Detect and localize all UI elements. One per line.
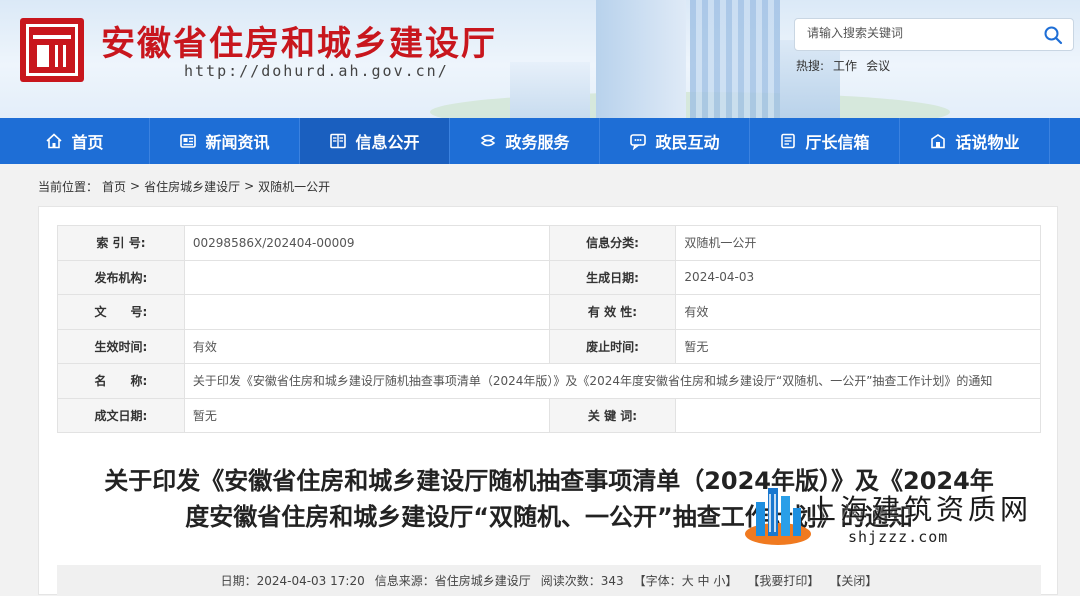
service-icon	[481, 134, 496, 147]
watermark-url: shjzzz.com	[848, 528, 949, 546]
breadcrumb: 当前位置： 首页 > 省住房城乡建设厅 > 双随机一公开	[0, 164, 1080, 208]
meta-key: 废止时间:	[548, 328, 677, 364]
meta-key: 索 引 号:	[57, 225, 185, 261]
search-box	[794, 18, 1074, 51]
logo-emblem-icon	[26, 24, 78, 76]
meta-value: 有效	[675, 294, 1041, 330]
nav-item-label: 政务服务	[505, 133, 570, 152]
building-icon	[931, 134, 946, 149]
meta-key: 名 称:	[57, 363, 185, 399]
mailbox-icon	[781, 133, 796, 149]
site-header: 安徽省住房和城乡建设厅 http://dohurd.ah.gov.cn/ 热搜:…	[0, 0, 1080, 118]
hot-search-label: 热搜:	[796, 59, 825, 73]
nav-item-label: 话说物业	[955, 133, 1020, 152]
home-icon	[46, 133, 63, 149]
meta-key: 有 效 性:	[548, 294, 677, 330]
nav-item-interaction[interactable]: 政民互动	[600, 118, 750, 164]
hot-search-link[interactable]: 工作	[833, 57, 857, 74]
table-row: 发布机构: 生成日期: 2024-04-03	[57, 259, 1041, 295]
nav-item-info-disclosure[interactable]: 信息公开	[300, 118, 450, 164]
breadcrumb-link[interactable]: 双随机一公开	[258, 178, 330, 195]
meta-value: 暂无	[183, 397, 550, 433]
header-building-decoration	[510, 62, 590, 118]
header-building-decoration	[690, 0, 780, 118]
table-row: 生效时间: 有效 废止时间: 暂无	[57, 328, 1041, 364]
search-icon[interactable]	[1043, 25, 1063, 45]
breadcrumb-prefix: 当前位置：	[38, 179, 99, 194]
breadcrumb-separator: >	[244, 179, 255, 193]
nav-item-mailbox[interactable]: 厅长信箱	[750, 118, 900, 164]
meta-value: 暂无	[675, 328, 1041, 364]
font-small-button[interactable]: 小	[713, 574, 725, 588]
meta-key: 成文日期:	[57, 397, 185, 433]
nav-item-label: 厅长信箱	[805, 133, 870, 152]
meta-value: 2024-04-03	[675, 259, 1041, 295]
meta-key: 信息分类:	[548, 225, 677, 261]
nav-item-label: 政民互动	[655, 133, 720, 152]
breadcrumb-separator: >	[130, 179, 141, 193]
header-building-decoration	[596, 0, 686, 118]
article-source: 信息来源：省住房城乡建设厅	[374, 574, 531, 588]
article-info-bar: 日期：2024-04-03 17:20 信息来源：省住房城乡建设厅 阅读次数：3…	[57, 565, 1041, 596]
meta-value	[183, 259, 550, 295]
site-url: http://dohurd.ah.gov.cn/	[184, 62, 449, 80]
close-button[interactable]: 【关闭】	[829, 572, 877, 589]
site-logo[interactable]	[20, 18, 84, 82]
meta-value	[675, 397, 1041, 433]
document-metadata-table: 索 引 号: 00298586X/202404-00009 信息分类: 双随机一…	[57, 225, 1042, 433]
nav-item-label: 信息公开	[355, 133, 420, 152]
watermark-logo-icon	[745, 488, 811, 545]
meta-key: 关 键 词:	[548, 397, 677, 433]
meta-value: 双随机一公开	[675, 225, 1041, 261]
nav-item-home[interactable]: 首页	[0, 118, 150, 164]
table-row: 文 号: 有 效 性: 有效	[57, 294, 1041, 330]
table-row: 名 称: 关于印发《安徽省住房和城乡建设厅随机抽查事项清单（2024年版）》及《…	[57, 363, 1042, 399]
breadcrumb-link[interactable]: 省住房城乡建设厅	[144, 178, 240, 195]
main-nav: 首页 新闻资讯 信息公开 政务服务 政民互动 厅长信箱 话说物业	[0, 118, 1080, 164]
meta-value: 00298586X/202404-00009	[183, 225, 550, 261]
header-building-decoration	[780, 40, 840, 118]
hot-search-link[interactable]: 会议	[866, 57, 890, 74]
print-button[interactable]: 【我要打印】	[747, 572, 819, 589]
meta-key: 生成日期:	[548, 259, 677, 295]
nav-item-news[interactable]: 新闻资讯	[150, 118, 300, 164]
article-views: 阅读次数：343	[540, 574, 624, 588]
breadcrumb-link[interactable]: 首页	[102, 178, 126, 195]
font-size-control: 【字体：大 中 小】	[633, 574, 738, 588]
nav-item-property[interactable]: 话说物业	[900, 118, 1050, 164]
search-input[interactable]	[807, 26, 1037, 40]
table-row: 索 引 号: 00298586X/202404-00009 信息分类: 双随机一…	[57, 225, 1041, 261]
nav-item-gov-service[interactable]: 政务服务	[450, 118, 600, 164]
table-row: 成文日期: 暂无 关 键 词:	[57, 397, 1041, 433]
nav-item-label: 首页	[71, 133, 104, 152]
hot-search: 热搜: 工作 会议	[796, 57, 890, 74]
site-title[interactable]: 安徽省住房和城乡建设厅	[101, 16, 497, 65]
document-icon	[330, 133, 347, 149]
meta-key: 生效时间:	[57, 328, 185, 364]
news-icon	[180, 134, 197, 148]
meta-key: 文 号:	[57, 294, 185, 330]
nav-item-label: 新闻资讯	[205, 133, 270, 152]
font-medium-button[interactable]: 中	[698, 574, 710, 588]
watermark-text: 上海建筑资质网	[808, 493, 1033, 526]
chat-icon	[630, 134, 647, 150]
meta-value	[183, 294, 550, 330]
meta-value: 关于印发《安徽省住房和城乡建设厅随机抽查事项清单（2024年版）》及《2024年…	[183, 363, 1042, 399]
meta-value: 有效	[183, 328, 550, 364]
article-date: 日期：2024-04-03 17:20	[220, 574, 365, 588]
meta-key: 发布机构:	[57, 259, 185, 295]
font-large-button[interactable]: 大	[682, 574, 694, 588]
watermark: 上海建筑资质网 shjzzz.com	[742, 482, 1052, 554]
